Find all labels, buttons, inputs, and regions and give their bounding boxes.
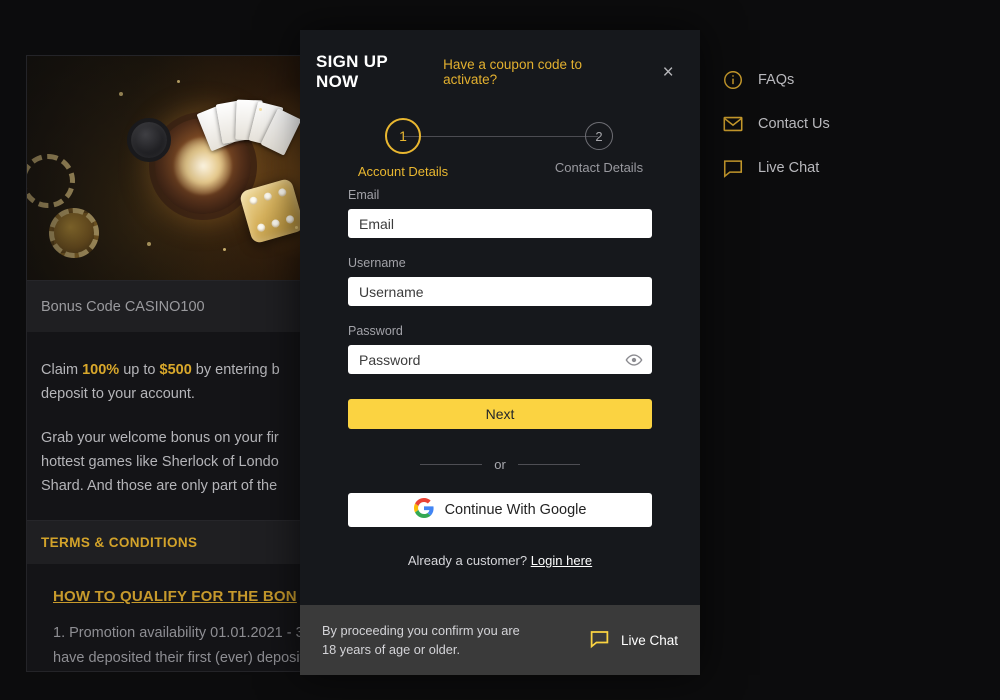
support-item-live-chat[interactable]: Live Chat: [722, 146, 922, 190]
modal-title: SIGN UP NOW: [316, 52, 388, 91]
promo-p1-mid: up to: [119, 362, 160, 378]
login-here-link[interactable]: Login here: [531, 553, 592, 568]
email-input[interactable]: [348, 209, 652, 238]
promo-p1-post: by entering b: [191, 362, 280, 378]
username-field-group: Username: [348, 256, 652, 306]
stepper-step-2-label: Contact Details: [554, 160, 644, 175]
stepper-step-1-circle: 1: [385, 118, 421, 154]
chat-icon: [589, 628, 610, 652]
footer-live-chat-label: Live Chat: [620, 632, 678, 648]
dark-chip-graphic: [127, 118, 171, 162]
username-input[interactable]: [348, 277, 652, 306]
stepper-step-contact-details[interactable]: 2 Contact Details: [539, 118, 659, 175]
google-icon: [413, 498, 434, 522]
info-icon: [722, 69, 744, 91]
coupon-code-link[interactable]: Have a coupon code to activate?: [443, 57, 636, 87]
signup-stepper: 1 Account Details 2 Contact Details: [352, 118, 648, 188]
or-divider-label: or: [494, 457, 506, 472]
support-label-faqs: FAQs: [758, 72, 795, 88]
email-field-group: Email: [348, 188, 652, 238]
gold-chip-graphic-1: [27, 154, 75, 208]
next-button[interactable]: Next: [348, 399, 652, 429]
gold-chip-graphic-2: [49, 208, 99, 258]
modal-footer: By proceeding you confirm you are 18 yea…: [300, 605, 700, 675]
promo-amount-value: $500: [159, 362, 192, 378]
already-customer-text: Already a customer?: [407, 553, 528, 568]
promo-p2-line2: hottest games like Sherlock of Londo: [41, 454, 279, 470]
signup-form: Email Username Password: [300, 188, 700, 429]
app-root: Bonus Code CASINO100 Claim 100% up to $5…: [0, 0, 1000, 700]
signup-modal: SIGN UP NOW Have a coupon code to activa…: [300, 30, 700, 675]
chat-icon: [722, 157, 744, 179]
promo-p2-line3: Shard. And those are only part of the: [41, 478, 278, 494]
promo-p2-line1: Grab your welcome bonus on your fir: [41, 430, 279, 446]
mail-icon: [722, 113, 744, 135]
stepper-step-1-label: Account Details: [357, 164, 449, 179]
footer-live-chat-button[interactable]: Live Chat: [589, 628, 678, 652]
password-field-group: Password: [348, 324, 652, 374]
bonus-code-label: Bonus Code CASINO100: [41, 298, 205, 315]
username-label: Username: [348, 256, 406, 270]
support-item-contact-us[interactable]: Contact Us: [722, 102, 922, 146]
promo-p1-line2: deposit to your account.: [41, 386, 195, 402]
support-rail: FAQs Contact Us Live Chat: [722, 58, 922, 190]
modal-header: SIGN UP NOW Have a coupon code to activa…: [300, 30, 700, 92]
email-label: Email: [348, 188, 380, 202]
continue-with-google-button[interactable]: Continue With Google: [348, 493, 652, 527]
password-input[interactable]: [348, 345, 652, 374]
already-customer-row: Already a customer? Login here: [300, 553, 700, 568]
promo-p1-pre: Claim: [41, 362, 83, 378]
stepper-step-2-circle: 2: [585, 122, 613, 150]
or-divider-line-right: [517, 464, 580, 465]
google-button-label: Continue With Google: [444, 502, 587, 518]
support-item-faqs[interactable]: FAQs: [722, 58, 922, 102]
eye-icon[interactable]: [625, 351, 643, 369]
promo-percent-value: 100%: [82, 362, 120, 378]
or-divider-line-left: [420, 464, 483, 465]
or-divider: or: [348, 457, 652, 472]
stepper-step-account-details[interactable]: 1 Account Details: [343, 118, 463, 179]
age-confirmation-text: By proceeding you confirm you are 18 yea…: [322, 623, 520, 657]
support-label-contact-us: Contact Us: [758, 116, 830, 132]
password-label: Password: [348, 324, 403, 338]
support-label-live-chat: Live Chat: [758, 160, 820, 176]
close-icon[interactable]: ×: [656, 63, 680, 82]
